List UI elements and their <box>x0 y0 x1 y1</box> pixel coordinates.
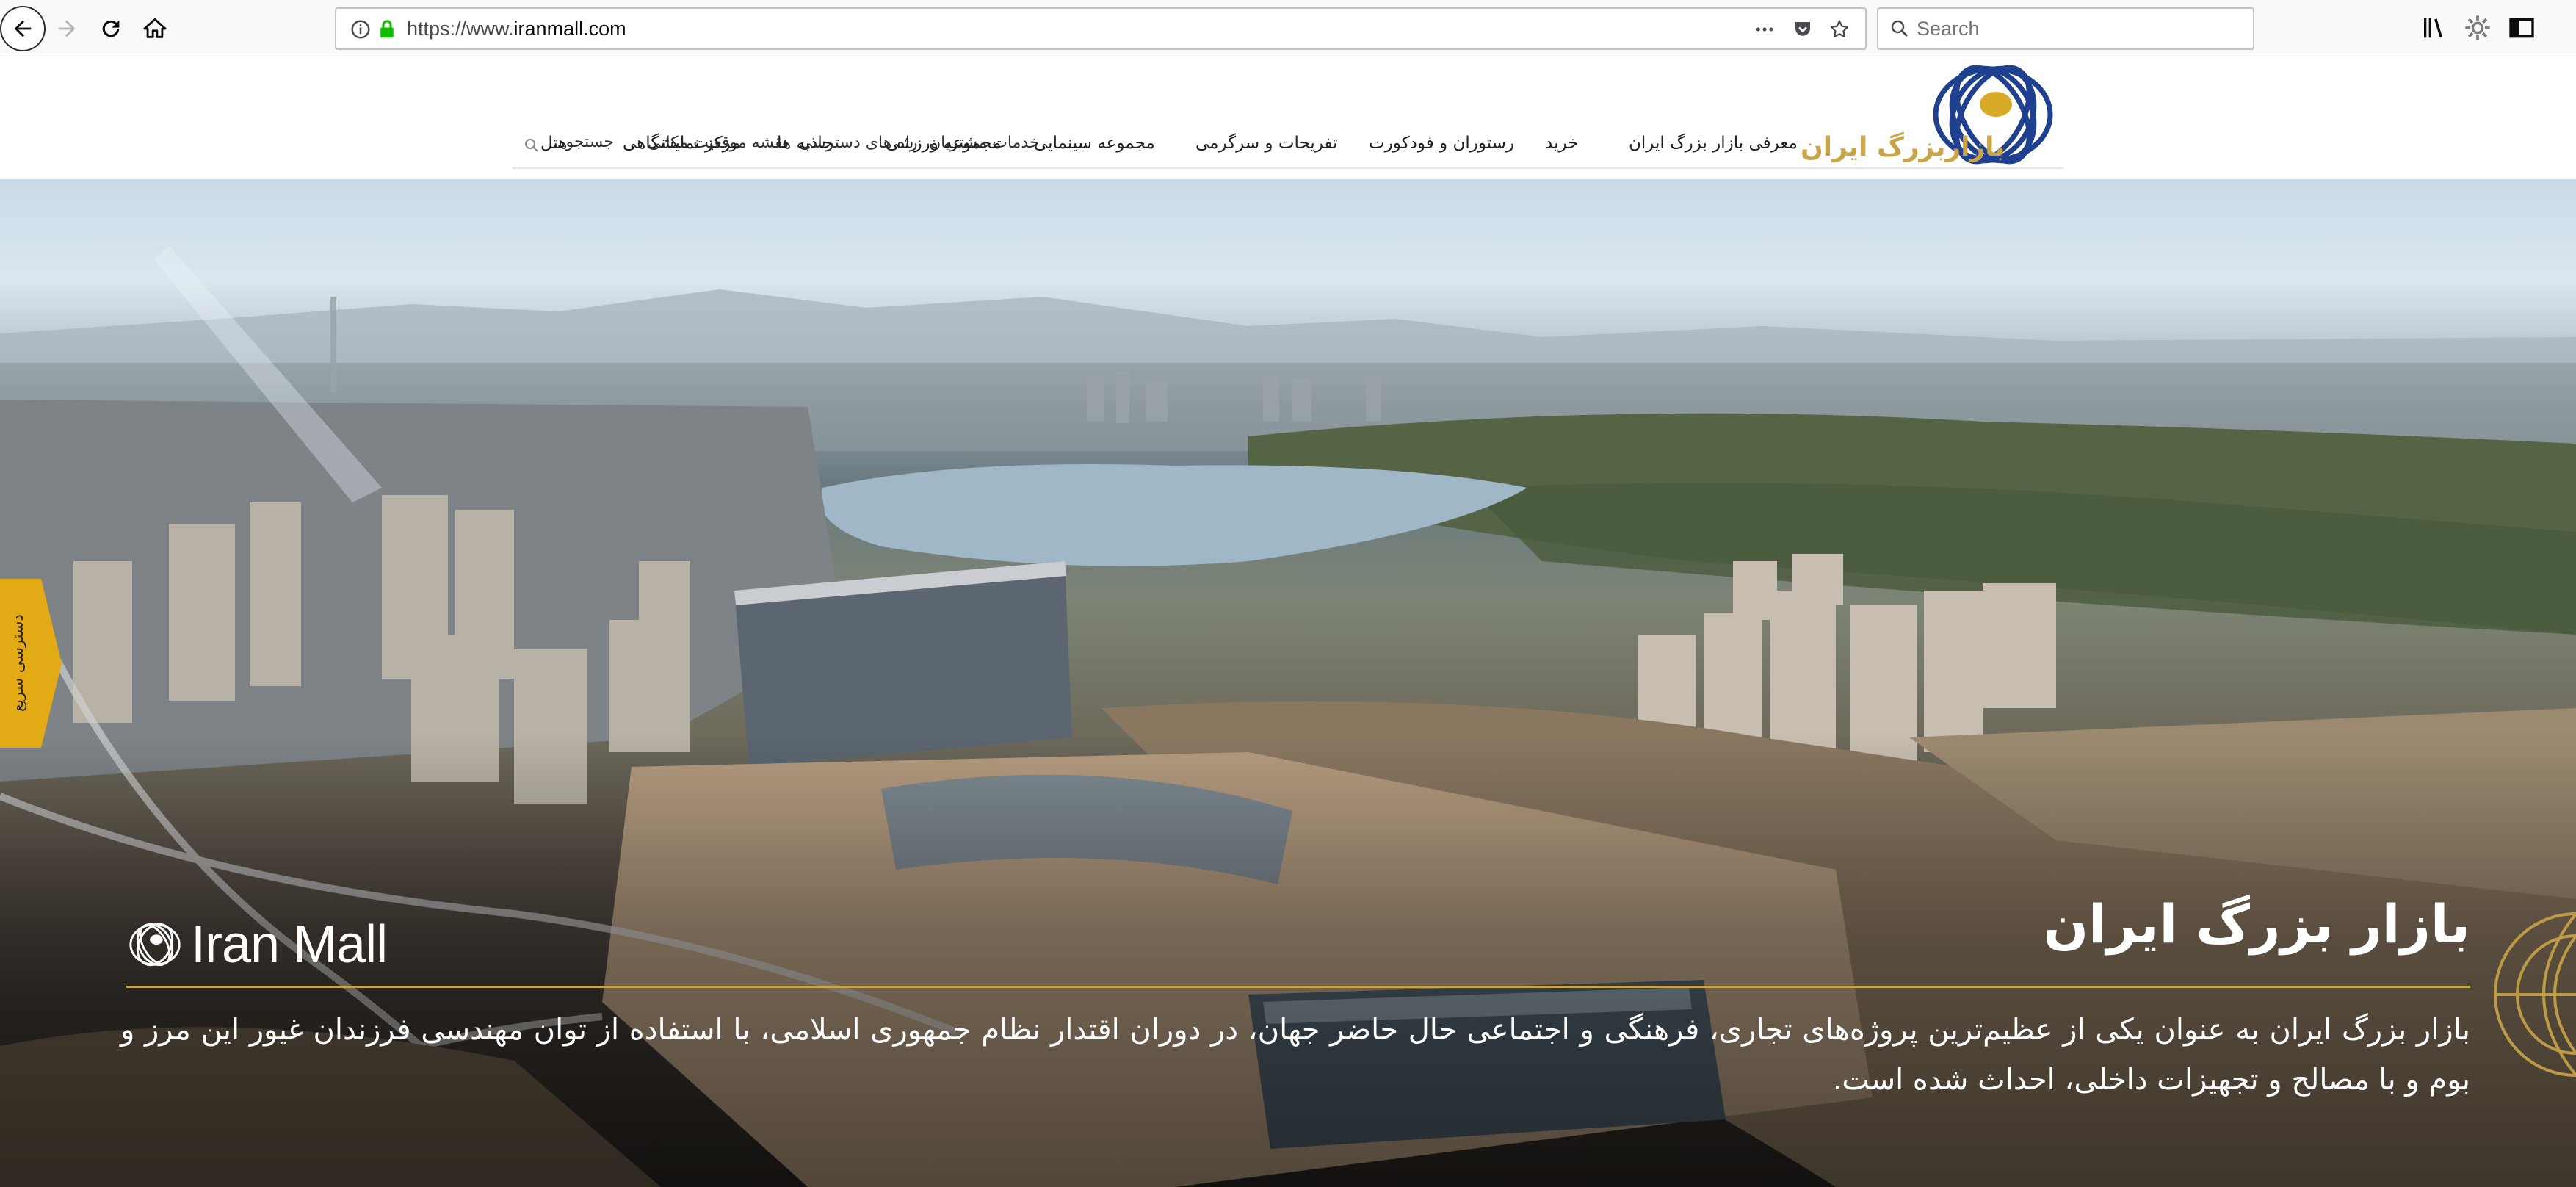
extension-button[interactable] <box>2463 13 2492 43</box>
search-icon <box>1891 20 1908 37</box>
hero-title: بازار بزرگ ایران <box>2043 893 2470 955</box>
url-scheme: https://www. <box>407 18 514 40</box>
nav-shopping[interactable]: خرید <box>1545 134 1578 153</box>
hero-description: بازار بزرگ ایران به عنوان یکی از عظیم‌تر… <box>120 1013 2470 1097</box>
nav-exhibition-center[interactable]: مرکز نمایشگاهی <box>623 134 741 153</box>
nav-hotel[interactable]: هتل <box>540 134 568 153</box>
arrow-right-icon <box>58 20 76 37</box>
reload-icon <box>102 20 120 37</box>
nav-iran-mall-intro[interactable]: معرفی بازار بزرگ ایران <box>1629 134 1798 153</box>
pocket-icon[interactable] <box>1792 18 1814 40</box>
info-icon[interactable] <box>350 18 372 40</box>
lock-icon[interactable] <box>376 18 398 40</box>
back-button[interactable] <box>0 6 46 51</box>
url-host: iranmall.com <box>513 18 626 40</box>
quick-access-tab[interactable]: دسترسی سریع <box>0 579 62 748</box>
forward-button[interactable] <box>44 6 90 51</box>
reload-button[interactable] <box>88 6 134 51</box>
search-icon[interactable] <box>523 137 540 154</box>
site-search-box[interactable] <box>518 129 636 159</box>
address-bar[interactable]: https://www.iranmall.com <box>335 7 1867 50</box>
site-header: بازاربزرگ ایران خدمات مشتریان راه های دس… <box>0 57 2576 179</box>
iran-mall-wordmark-logo: Iran Mall <box>126 915 388 974</box>
nav-cinema-complex[interactable]: مجموعه سینمایی <box>1034 134 1155 153</box>
bookmark-star-icon[interactable] <box>1828 18 1850 40</box>
iran-mall-wordmark: Iran Mall <box>191 915 388 974</box>
library-button[interactable] <box>2420 13 2450 43</box>
browser-search-bar[interactable] <box>1877 7 2254 50</box>
sidebar-icon <box>2509 18 2534 38</box>
decorative-ornament <box>2494 912 2576 1077</box>
url-text: https://www.iranmall.com <box>407 18 626 40</box>
hero-banner: دسترسی سریع Iran Mall بازار بزرگ ایران ب… <box>0 179 2576 1187</box>
hero-divider <box>126 986 2470 988</box>
home-icon <box>143 18 167 38</box>
library-icon <box>2424 18 2442 38</box>
browser-toolbar: https://www.iranmall.com <box>0 0 2576 57</box>
nav-restaurants-foodcourt[interactable]: رستوران و فودکورت <box>1369 134 1514 153</box>
header-divider <box>513 167 2063 169</box>
quick-access-label: دسترسی سریع <box>9 614 26 712</box>
page-actions-icon[interactable] <box>1754 18 1776 40</box>
site-logo-text[interactable]: بازاربزرگ ایران <box>1801 132 2005 162</box>
nav-entertainment[interactable]: تفریحات و سرگرمی <box>1195 134 1337 153</box>
iran-mall-emblem-icon <box>129 923 181 966</box>
gear-icon <box>2465 15 2490 40</box>
home-button[interactable] <box>132 6 178 51</box>
browser-search-input[interactable] <box>1917 15 2240 43</box>
nav-attractions[interactable]: جاذبه ها <box>777 134 833 153</box>
sidebar-button[interactable] <box>2507 13 2536 43</box>
arrow-left-icon <box>14 20 32 37</box>
nav-sports-complex[interactable]: مجموعه ورزشی <box>886 134 1001 153</box>
